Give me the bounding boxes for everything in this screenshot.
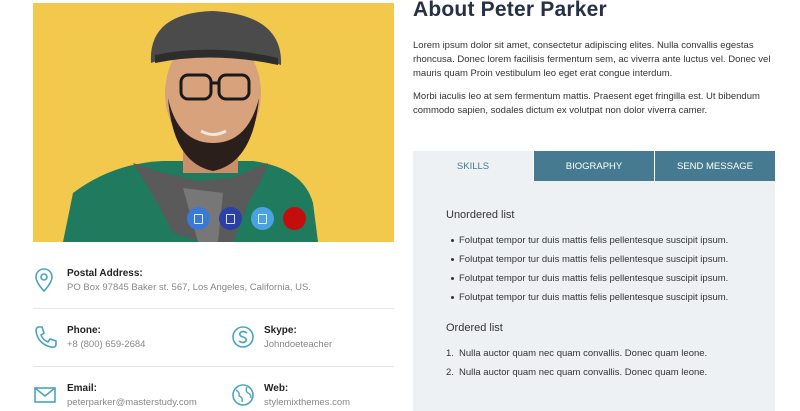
contact-row-phone-skype: Phone: +8 (800) 659-2684 Skype: Johndoet… <box>33 310 394 367</box>
list-item: Folutpat tempor tur duis mattis felis pe… <box>446 292 728 311</box>
phone-value: +8 (800) 659-2684 <box>67 339 146 350</box>
list-text: Nulla auctor quam nec quam convallis. Do… <box>459 348 708 359</box>
email-link[interactable]: peterparker@masterstudy.com <box>67 397 197 408</box>
about-paragraph-1: Lorem ipsum dolor sit amet, consectetur … <box>413 40 771 79</box>
web-link[interactable]: stylemixthemes.com <box>264 397 350 408</box>
tab-skills[interactable]: SKILLS <box>413 151 533 181</box>
map-pin-icon <box>35 268 53 293</box>
list-number: 2. <box>446 367 454 378</box>
list-text: Nulla auctor quam nec quam convallis. Do… <box>459 367 708 378</box>
list-number: 1. <box>446 348 454 359</box>
phone-icon <box>35 326 57 349</box>
skype-value: Johndoeteacher <box>264 339 333 350</box>
twitter-icon[interactable] <box>251 207 274 230</box>
skype-icon <box>232 326 254 348</box>
envelope-icon <box>34 387 56 403</box>
skills-panel: Unordered list Folutpat tempor tur duis … <box>413 181 775 411</box>
about-paragraph-2: Morbi iaculis leo at sem fermentum matti… <box>413 91 760 116</box>
page-title: About Peter Parker <box>413 0 607 21</box>
postal-value: PO Box 97845 Baker st. 567, Los Angeles,… <box>67 282 311 293</box>
google-plus-icon[interactable] <box>283 207 306 230</box>
contact-row-postal: Postal Address: PO Box 97845 Baker st. 5… <box>33 253 394 309</box>
postal-label: Postal Address: <box>67 268 143 279</box>
unordered-list: Folutpat tempor tur duis mattis felis pe… <box>446 235 728 311</box>
unordered-list-heading: Unordered list <box>446 209 515 221</box>
tab-send-message[interactable]: SEND MESSAGE <box>654 151 775 181</box>
tab-biography[interactable]: BIOGRAPHY <box>533 151 654 181</box>
social-links <box>187 207 306 230</box>
ordered-list: 1. Nulla auctor quam nec quam convallis.… <box>446 348 707 386</box>
globe-icon <box>232 384 254 406</box>
skype-label: Skype: <box>264 325 297 336</box>
ordered-list-heading: Ordered list <box>446 322 503 334</box>
list-item: Folutpat tempor tur duis mattis felis pe… <box>446 254 728 273</box>
list-item: Folutpat tempor tur duis mattis felis pe… <box>446 235 728 254</box>
profile-tabs: SKILLS BIOGRAPHY SEND MESSAGE <box>413 151 775 181</box>
facebook-icon[interactable] <box>187 207 210 230</box>
linkedin-icon[interactable] <box>219 207 242 230</box>
list-item: 1. Nulla auctor quam nec quam convallis.… <box>446 348 707 367</box>
email-label: Email: <box>67 383 98 394</box>
profile-photo <box>33 3 394 242</box>
list-item: Folutpat tempor tur duis mattis felis pe… <box>446 273 728 292</box>
phone-label: Phone: <box>67 325 101 336</box>
contact-row-email-web: Email: peterparker@masterstudy.com Web: … <box>33 368 394 411</box>
list-item: 2. Nulla auctor quam nec quam convallis.… <box>446 367 707 386</box>
web-label: Web: <box>264 383 289 394</box>
